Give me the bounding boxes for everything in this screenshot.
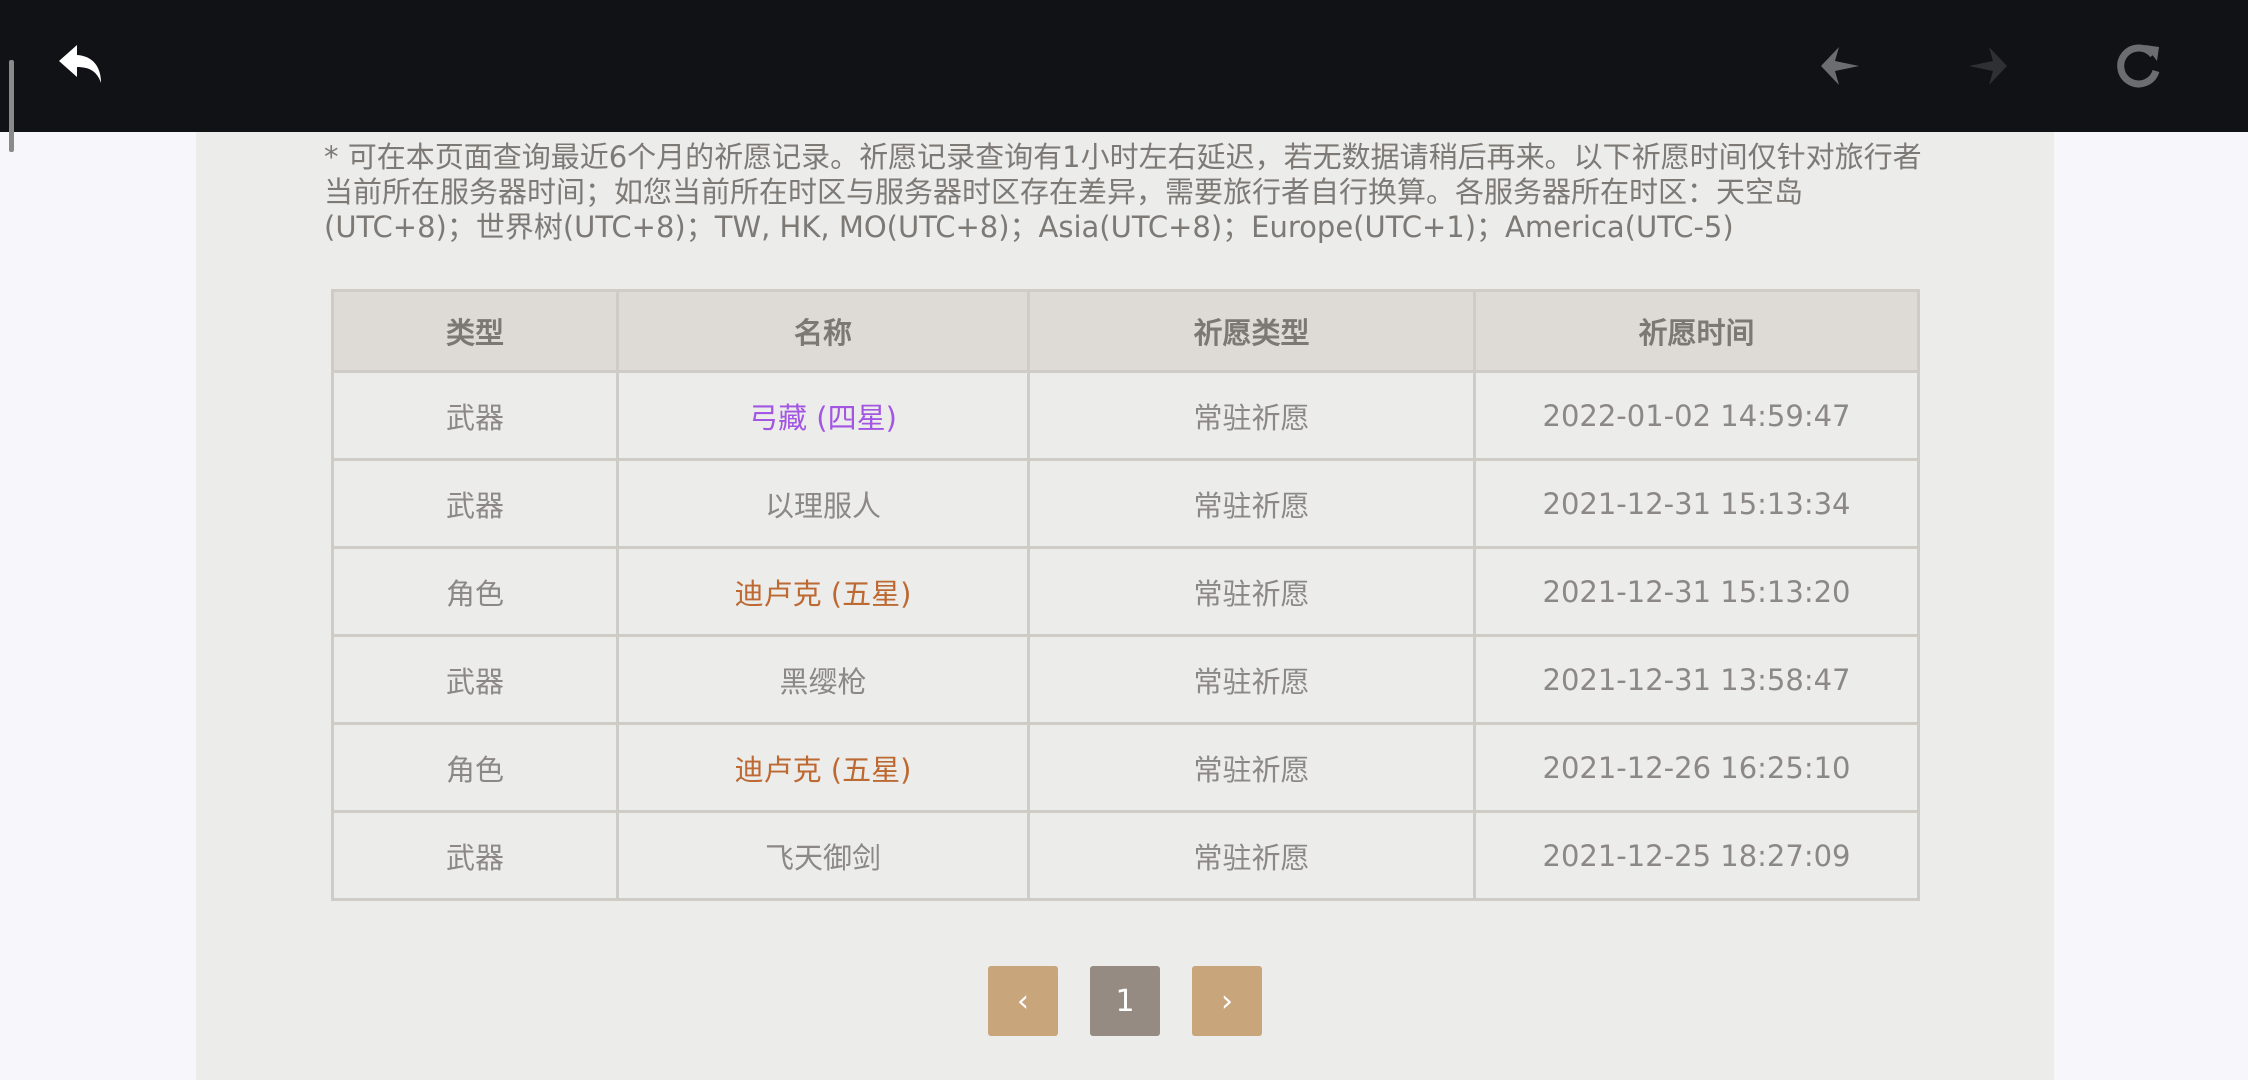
pagination: ‹ 1 › — [988, 966, 1262, 1036]
wish-history-page: * 可在本页面查询最近6个月的祈愿记录。祈愿记录查询有1小时左右延迟，若无数据请… — [196, 132, 2054, 1080]
cell-type: 角色 — [331, 546, 619, 637]
refresh-icon — [2117, 44, 2160, 88]
cell-wish-type: 常驻祈愿 — [1027, 546, 1476, 637]
cell-name: 飞天御剑 — [616, 810, 1030, 901]
prev-page-button[interactable] — [1800, 30, 1880, 102]
header-wish-type: 祈愿类型 — [1027, 289, 1476, 373]
cell-type: 武器 — [331, 634, 619, 725]
cell-name: 弓藏 (四星) — [616, 370, 1030, 461]
table-row: 角色 迪卢克 (五星) 常驻祈愿 2021-12-26 16:25:10 — [331, 722, 1920, 813]
wish-records-table: 类型 名称 祈愿类型 祈愿时间 武器 弓藏 (四星) 常驻祈愿 2022-01-… — [331, 289, 1920, 901]
notice-text: * 可在本页面查询最近6个月的祈愿记录。祈愿记录查询有1小时左右延迟，若无数据请… — [324, 140, 1922, 244]
cell-time: 2021-12-31 15:13:34 — [1473, 458, 1920, 549]
pager-next-button[interactable]: › — [1192, 966, 1262, 1036]
pager-prev-button[interactable]: ‹ — [988, 966, 1058, 1036]
cell-time: 2021-12-31 13:58:47 — [1473, 634, 1920, 725]
table-row: 武器 以理服人 常驻祈愿 2021-12-31 15:13:34 — [331, 458, 1920, 549]
table-row: 武器 黑缨枪 常驻祈愿 2021-12-31 13:58:47 — [331, 634, 1920, 725]
cell-wish-type: 常驻祈愿 — [1027, 458, 1476, 549]
nav-next-icon — [1969, 47, 2007, 85]
cell-wish-type: 常驻祈愿 — [1027, 370, 1476, 461]
cell-type: 武器 — [331, 458, 619, 549]
header-type: 类型 — [331, 289, 619, 373]
next-page-button[interactable] — [1948, 30, 2028, 102]
cell-wish-type: 常驻祈愿 — [1027, 634, 1476, 725]
nav-prev-icon — [1821, 47, 1859, 85]
table-row: 武器 飞天御剑 常驻祈愿 2021-12-25 18:27:09 — [331, 810, 1920, 901]
cell-name: 以理服人 — [616, 458, 1030, 549]
cell-time: 2022-01-02 14:59:47 — [1473, 370, 1920, 461]
cell-wish-type: 常驻祈愿 — [1027, 810, 1476, 901]
cell-type: 武器 — [331, 810, 619, 901]
cell-name: 迪卢克 (五星) — [616, 722, 1030, 813]
cell-name: 迪卢克 (五星) — [616, 546, 1030, 637]
back-arrow-icon — [59, 45, 101, 83]
back-button[interactable] — [42, 30, 122, 102]
cell-type: 角色 — [331, 722, 619, 813]
cell-type: 武器 — [331, 370, 619, 461]
browser-toolbar — [0, 0, 2248, 132]
cell-time: 2021-12-26 16:25:10 — [1473, 722, 1920, 813]
scroll-indicator[interactable] — [9, 60, 14, 152]
header-name: 名称 — [616, 289, 1030, 373]
refresh-button[interactable] — [2098, 30, 2178, 102]
header-wish-time: 祈愿时间 — [1473, 289, 1920, 373]
cell-name: 黑缨枪 — [616, 634, 1030, 725]
table-header-row: 类型 名称 祈愿类型 祈愿时间 — [331, 289, 1920, 373]
cell-time: 2021-12-31 15:13:20 — [1473, 546, 1920, 637]
table-row: 角色 迪卢克 (五星) 常驻祈愿 2021-12-31 15:13:20 — [331, 546, 1920, 637]
cell-time: 2021-12-25 18:27:09 — [1473, 810, 1920, 901]
pager-current-page[interactable]: 1 — [1090, 966, 1160, 1036]
cell-wish-type: 常驻祈愿 — [1027, 722, 1476, 813]
table-row: 武器 弓藏 (四星) 常驻祈愿 2022-01-02 14:59:47 — [331, 370, 1920, 461]
